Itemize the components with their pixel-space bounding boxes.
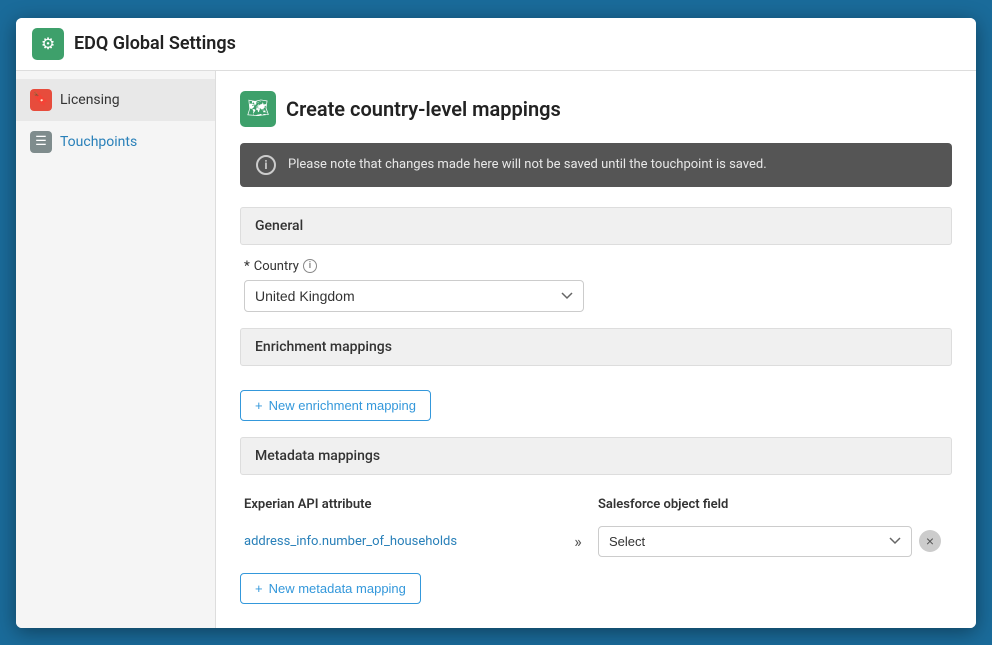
col-api-header: Experian API attribute	[244, 497, 558, 512]
mapping-arrow-icon: »	[558, 532, 598, 551]
info-icon: i	[256, 155, 276, 175]
sidebar-item-touchpoints[interactable]: ☰ Touchpoints	[16, 121, 215, 163]
page-header: 🗺 Create country-level mappings	[240, 91, 952, 127]
add-enrichment-icon: +	[255, 398, 263, 413]
enrichment-section-header: Enrichment mappings	[240, 328, 952, 366]
content-area: 🗺 Create country-level mappings i Please…	[216, 71, 976, 628]
enrichment-section: Enrichment mappings + New enrichment map…	[240, 328, 952, 421]
app-title: EDQ Global Settings	[74, 33, 236, 54]
metadata-section: Metadata mappings Experian API attribute…	[240, 437, 952, 604]
info-banner: i Please note that changes made here wil…	[240, 143, 952, 187]
country-select-wrapper: United Kingdom United States Canada Aust…	[244, 280, 584, 312]
info-banner-text: Please note that changes made here will …	[288, 157, 767, 172]
app-icon: ⚙	[32, 28, 64, 60]
add-metadata-icon: +	[255, 581, 263, 596]
general-section-header: General	[240, 207, 952, 245]
country-form-group: * Country i United Kingdom United States…	[240, 259, 952, 312]
title-bar: ⚙ EDQ Global Settings	[16, 18, 976, 71]
add-enrichment-label: New enrichment mapping	[269, 398, 416, 413]
add-metadata-label: New metadata mapping	[269, 581, 406, 596]
sf-object-field-select[interactable]: Select	[598, 526, 912, 557]
sf-select-wrapper: Select	[598, 526, 912, 557]
sidebar-item-licensing[interactable]: 🔖 Licensing	[16, 79, 215, 121]
sidebar-label-licensing: Licensing	[60, 92, 120, 108]
page-title: Create country-level mappings	[286, 97, 561, 121]
main-layout: 🔖 Licensing ☰ Touchpoints 🗺 Create count…	[16, 71, 976, 628]
add-metadata-mapping-button[interactable]: + New metadata mapping	[240, 573, 421, 604]
sidebar-label-touchpoints: Touchpoints	[60, 134, 137, 150]
country-info-icon[interactable]: i	[303, 259, 317, 273]
country-select[interactable]: United Kingdom United States Canada Aust…	[244, 280, 584, 312]
add-enrichment-mapping-button[interactable]: + New enrichment mapping	[240, 390, 431, 421]
metadata-section-header: Metadata mappings	[240, 437, 952, 475]
sidebar: 🔖 Licensing ☰ Touchpoints	[16, 71, 216, 628]
delete-mapping-button[interactable]: ×	[919, 530, 941, 552]
mapping-row: address_info.number_of_households » Sele…	[240, 520, 952, 563]
touchpoints-icon: ☰	[30, 131, 52, 153]
app-window: ⚙ EDQ Global Settings 🔖 Licensing ☰ Touc…	[16, 18, 976, 628]
footer-actions: Cancel Add country mappings	[240, 620, 952, 628]
country-label: * Country i	[244, 259, 948, 274]
delete-mapping-area: ×	[912, 530, 948, 552]
licensing-icon: 🔖	[30, 89, 52, 111]
mapping-table-header: Experian API attribute Salesforce object…	[240, 489, 952, 520]
api-attribute-link[interactable]: address_info.number_of_households	[244, 534, 558, 549]
col-sf-header: Salesforce object field	[598, 497, 912, 512]
page-header-icon: 🗺	[240, 91, 276, 127]
